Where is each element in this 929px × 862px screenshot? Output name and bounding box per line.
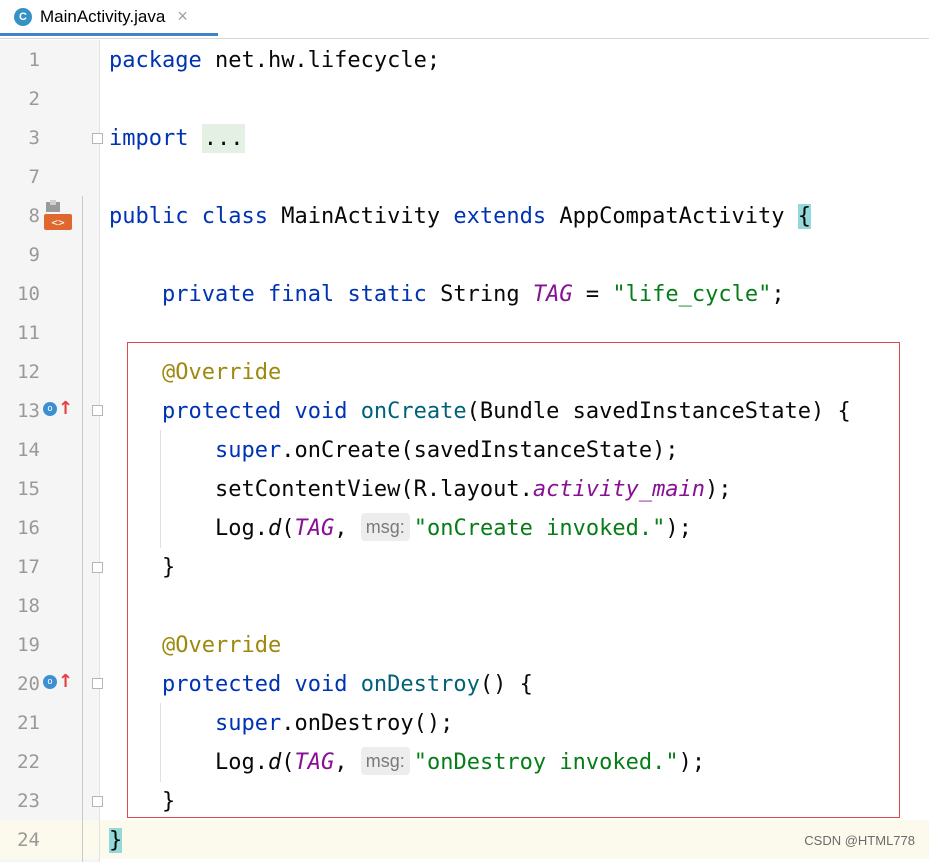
override-method-icon[interactable]: o ↑ [43,671,73,692]
line-number: 19 [17,634,40,656]
java-class-icon: C [14,7,32,26]
code-line-8[interactable]: public class MainActivity extends AppCom… [109,197,812,236]
line-number: 17 [17,556,40,578]
fold-expand-icon[interactable] [92,133,103,144]
editor-tab-bar: C MainActivity.java × [0,0,929,39]
line-number: 9 [28,244,40,266]
code-line-3[interactable]: import ... [109,119,246,158]
fold-collapse-icon[interactable] [92,405,103,416]
line-number: 10 [17,283,40,305]
line-number: 18 [17,595,40,617]
gutter-divider [99,40,100,862]
line-number: 21 [17,712,40,734]
line-number: 14 [17,439,40,461]
line-number: 1 [28,49,40,71]
line-number: 22 [17,751,40,773]
line-number: 20 [17,673,40,695]
line-number: 3 [28,127,40,149]
line-number: 2 [28,88,40,110]
code-line-24[interactable]: } [109,821,123,860]
line-number: 23 [17,790,40,812]
fold-end-icon[interactable] [92,796,103,807]
svg-text:<>: <> [51,216,65,229]
fold-collapse-icon[interactable] [92,678,103,689]
watermark: CSDN @HTML778 [804,833,915,848]
line-number: 8 [28,205,40,227]
code-line-1[interactable]: package net.hw.lifecycle; [109,41,440,80]
line-number: 12 [17,361,40,383]
folded-imports[interactable]: ... [201,124,246,153]
close-icon[interactable]: × [177,6,188,27]
line-number: 11 [17,322,40,344]
override-method-icon[interactable]: o ↑ [43,398,73,419]
fold-end-icon[interactable] [92,562,103,573]
android-layout-icon[interactable]: <> [40,200,74,232]
tab-label: MainActivity.java [40,6,166,26]
line-number: 7 [28,166,40,188]
highlight-box [127,342,900,818]
line-number: 24 [17,829,40,851]
tab-mainactivity[interactable]: C MainActivity.java × [0,0,218,36]
matched-brace: { [797,204,812,229]
line-number: 13 [17,400,40,422]
matched-brace: } [109,828,123,853]
vcs-change-marker [82,196,83,862]
line-number: 15 [17,478,40,500]
line-number: 16 [17,517,40,539]
code-line-10[interactable]: private final static String TAG = "life_… [109,275,785,314]
